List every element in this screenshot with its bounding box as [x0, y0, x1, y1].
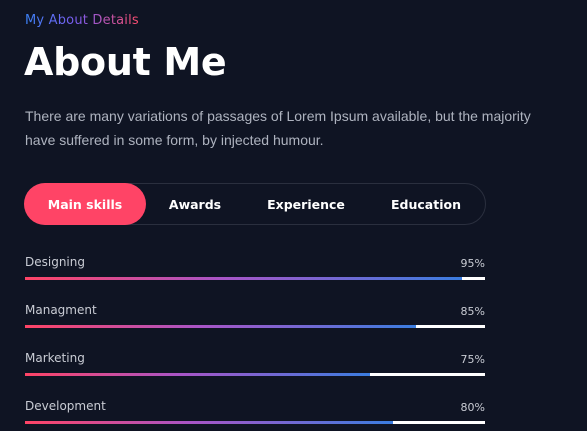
- skill-progress-track: [25, 421, 485, 424]
- tab-awards[interactable]: Awards: [146, 183, 244, 225]
- tab-education[interactable]: Education: [368, 183, 484, 225]
- skill-progress-fill: [25, 277, 462, 280]
- about-description: There are many variations of passages of…: [25, 108, 531, 148]
- skill-name: Development: [25, 399, 106, 413]
- skill-percent: 80%: [460, 401, 485, 414]
- skill-item-designing: Designing 95%: [25, 250, 485, 298]
- skills-tab-bar: Main skills Awards Experience Education: [24, 183, 486, 225]
- skill-progress-fill: [25, 421, 393, 424]
- skill-progress-track: [25, 277, 485, 280]
- skill-item-managment: Managment 85%: [25, 298, 485, 346]
- skill-name: Designing: [25, 255, 85, 269]
- section-eyebrow: My About Details: [25, 13, 139, 28]
- skill-name: Marketing: [25, 351, 85, 365]
- skill-progress-fill: [25, 325, 416, 328]
- skill-percent: 95%: [460, 257, 485, 270]
- about-section: My About Details About Me There are many…: [0, 0, 587, 431]
- skill-percent: 75%: [460, 353, 485, 366]
- skills-list: Designing 95% Managment 85% Marketing 75…: [25, 250, 485, 431]
- skill-item-marketing: Marketing 75%: [25, 346, 485, 394]
- skill-name: Managment: [25, 303, 97, 317]
- skill-item-development: Development 80%: [25, 394, 485, 431]
- tab-main-skills[interactable]: Main skills: [24, 183, 146, 225]
- page-title: About Me: [24, 40, 227, 84]
- skill-percent: 85%: [460, 305, 485, 318]
- skill-progress-track: [25, 373, 485, 376]
- tab-experience[interactable]: Experience: [244, 183, 368, 225]
- skill-progress-fill: [25, 373, 370, 376]
- skill-progress-track: [25, 325, 485, 328]
